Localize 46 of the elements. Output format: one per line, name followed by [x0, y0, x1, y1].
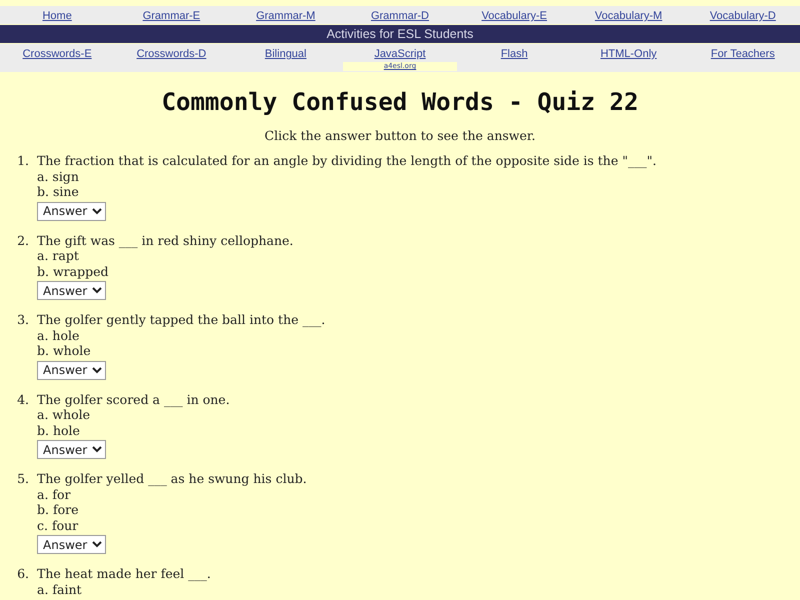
answer-dropdown[interactable]: Answer [37, 281, 106, 300]
answer-option: b. hole [37, 422, 80, 438]
answer-dropdown[interactable]: Answer [37, 360, 106, 380]
nav-link[interactable]: Crosswords-E [22, 48, 92, 60]
answer-dropdown[interactable]: Answer [37, 202, 106, 220]
nav-link[interactable]: Home [42, 10, 72, 22]
page-title: Commonly Confused Words - Quiz 22 [160, 88, 640, 116]
nav-link[interactable]: Grammar-E [142, 10, 200, 22]
question-number: 5. [16, 471, 30, 488]
answer-option: a. hole [37, 328, 80, 343]
nav-link[interactable]: JavaScript [374, 48, 426, 60]
answer-dropdown[interactable]: Answer [37, 535, 106, 554]
question-text: The fraction that is calculated for an angle by dividing the length of the opposite side is the "___". [37, 153, 656, 168]
nav-link[interactable]: Grammar-D [370, 10, 430, 22]
question-number: 6. [16, 566, 30, 583]
question-text: The golfer gently tapped the ball into the ___. [37, 312, 326, 328]
instructions: Click the answer button to see the answer. [264, 128, 536, 143]
question-text: The golfer scored a ___ in one. [37, 392, 230, 407]
question-number: 2. [16, 232, 30, 250]
nav-link[interactable]: Vocabulary-M [594, 10, 662, 22]
question-text: The golfer yelled ___ as he swung his club. [37, 471, 307, 486]
answer-option: a. faint [37, 582, 82, 597]
nav-link[interactable]: Grammar-M [256, 10, 316, 22]
nav-link[interactable]: Crosswords-D [136, 48, 206, 60]
answer-option: b. fore [37, 502, 78, 518]
answer-option: b. sine [37, 184, 79, 200]
answer-option: a. rapt [37, 248, 79, 264]
answer-option: c. four [37, 518, 78, 533]
question-number: 3. [16, 312, 30, 329]
nav-link[interactable]: HTML-Only [600, 48, 657, 60]
question-text: The gift was ___ in red shiny cellophane. [37, 232, 294, 248]
nav-link[interactable]: Flash [500, 48, 528, 60]
answer-option: b. wrapped [37, 264, 108, 279]
answer-dropdown[interactable]: Answer [37, 440, 106, 459]
answer-option: a. whole [37, 407, 90, 422]
nav-link[interactable]: For Teachers [710, 48, 775, 60]
answer-option: a. for [37, 486, 71, 502]
answer-option: a. sign [37, 168, 79, 184]
site-banner: Activities for ESL Students [0, 25, 800, 43]
nav-link[interactable]: Vocabulary-E [482, 10, 547, 22]
question-number: 1. [16, 153, 30, 170]
question-number: 4. [16, 392, 30, 408]
question-text: The heat made her feel ___. [37, 566, 211, 582]
nav-link[interactable]: Vocabulary-D [710, 10, 776, 22]
answer-option: b. whole [37, 343, 91, 358]
nav-link[interactable]: Bilingual [264, 48, 306, 60]
